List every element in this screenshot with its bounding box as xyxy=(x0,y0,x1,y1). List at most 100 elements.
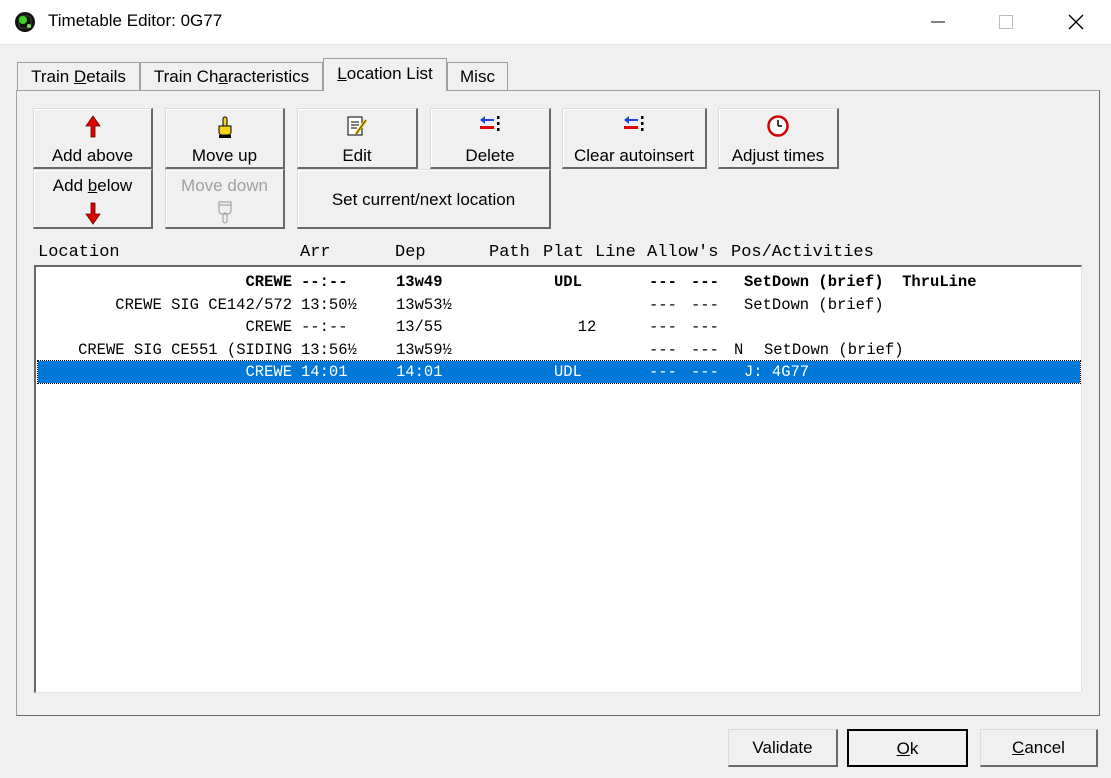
tab-label: racteristics xyxy=(227,67,310,86)
hand-pointing-up-icon xyxy=(218,116,231,138)
location-row[interactable]: CREWE SIG CE142/572 13:50½ 13w53½ --- --- Set… xyxy=(38,294,1080,316)
clock-icon xyxy=(767,115,789,137)
tab-train-details[interactable]: Train Details xyxy=(17,62,140,90)
allow2-cell: --- xyxy=(691,318,719,336)
delete-arrows-icon xyxy=(480,116,500,131)
minimize-button[interactable] xyxy=(912,0,964,44)
tab-label: Train Ch xyxy=(153,67,219,86)
move-up-label: Move up xyxy=(191,146,258,165)
ok-button[interactable]: Ok xyxy=(847,729,968,767)
add-above-button[interactable]: Add above xyxy=(33,108,153,169)
allow1-cell: --- xyxy=(649,318,677,336)
activities-cell: SetDown (brief) xyxy=(764,340,904,359)
tab-misc[interactable]: Misc xyxy=(447,62,508,90)
delete-button[interactable]: Delete xyxy=(430,108,551,169)
location-cell: CREWE xyxy=(245,273,292,291)
cancel-button[interactable]: Cancel xyxy=(980,729,1098,767)
allow1-cell: --- xyxy=(649,295,677,314)
tab-label-accelerator: D xyxy=(73,67,87,86)
edit-button[interactable]: Edit xyxy=(297,108,418,169)
railway-signal-icon xyxy=(15,12,35,32)
column-header: Arr xyxy=(300,243,331,262)
dep-cell: 14:01 xyxy=(396,363,443,381)
column-header: Allow's xyxy=(647,243,719,262)
arr-cell: 13:50½ xyxy=(301,295,357,314)
title-bar[interactable]: Timetable Editor: 0G77 xyxy=(0,0,1111,45)
location-cell: CREWE SIG CE142/572 xyxy=(115,295,292,314)
column-header: Dep xyxy=(395,243,426,262)
dep-cell: 13w53½ xyxy=(396,295,452,314)
column-header: Line xyxy=(595,243,636,262)
hand-pointing-down-icon xyxy=(218,201,231,224)
tab-train-characteristics[interactable]: Train Characteristics xyxy=(140,62,323,90)
arr-cell: --:-- xyxy=(301,273,348,291)
location-cell: CREWE xyxy=(245,318,292,336)
arr-cell: 14:01 xyxy=(301,363,348,381)
tab-label: ocation List xyxy=(346,64,433,83)
adjust-times-button[interactable]: Adjust times xyxy=(718,108,839,169)
set-current-next-location-label: Set current/next location xyxy=(331,190,516,209)
validate-button[interactable]: Validate xyxy=(728,729,838,767)
tab-label: Misc xyxy=(460,67,495,86)
add-below-button[interactable]: Add below xyxy=(33,169,153,229)
dep-cell: 13w49 xyxy=(396,273,443,291)
pos-cell: N xyxy=(734,340,744,359)
arr-cell: --:-- xyxy=(301,318,348,336)
column-header: Location xyxy=(38,243,120,262)
maximize-button[interactable] xyxy=(980,0,1032,44)
minimize-icon xyxy=(931,21,945,23)
move-up-button[interactable]: Move up xyxy=(165,108,285,169)
edit-label: Edit xyxy=(342,146,372,165)
allow2-cell: --- xyxy=(691,273,719,291)
location-row[interactable]: CREWE --:-- 13/55 12 --- --- xyxy=(38,316,1080,338)
close-icon xyxy=(1068,14,1084,30)
clear-autoinsert-icon xyxy=(624,116,644,131)
column-header: Plat xyxy=(543,243,584,262)
validate-label: Validate xyxy=(752,738,813,757)
move-down-button[interactable]: Move down xyxy=(165,169,285,229)
add-below-label: Add below xyxy=(52,176,133,195)
location-row[interactable]: CREWE 14:01 14:01 UDL --- --- J: 4G77 xyxy=(37,360,1081,384)
move-down-label: Move down xyxy=(181,176,268,195)
plat-cell: 12 xyxy=(577,318,597,336)
edit-document-icon xyxy=(347,116,368,136)
close-button[interactable] xyxy=(1050,0,1102,44)
allow2-cell: --- xyxy=(691,340,719,359)
activities-cell: SetDown (brief) ThruLine xyxy=(744,273,977,291)
window-title: Timetable Editor: 0G77 xyxy=(48,11,223,30)
line-cell: UDL xyxy=(554,273,582,291)
clear-autoinsert-button[interactable]: Clear autoinsert xyxy=(562,108,707,169)
location-list[interactable]: CREWE --:-- 13w49 UDL --- --- SetDown (brief) … xyxy=(34,265,1082,693)
column-header: Pos/Activities xyxy=(731,243,874,262)
location-cell: CREWE xyxy=(245,363,292,381)
allow1-cell: --- xyxy=(649,340,677,359)
maximize-icon xyxy=(999,15,1013,29)
tab-label-accelerator: a xyxy=(218,67,228,86)
arrow-up-icon xyxy=(84,115,101,138)
dep-cell: 13/55 xyxy=(396,318,443,336)
clear-autoinsert-label: Clear autoinsert xyxy=(573,146,694,165)
line-cell: UDL xyxy=(554,363,582,381)
location-row[interactable]: CREWE SIG CE551 (SIDING 13:56½ 13w59½ --- --… xyxy=(38,339,1080,361)
cancel-label: Cancel xyxy=(1012,738,1065,757)
activities-cell: J: 4G77 xyxy=(744,363,810,381)
activities-cell: SetDown (brief) xyxy=(744,295,884,314)
location-cell: CREWE SIG CE551 (SIDING xyxy=(78,340,292,359)
adjust-times-label: Adjust times xyxy=(731,146,825,165)
dep-cell: 13w59½ xyxy=(396,340,452,359)
add-above-label: Add above xyxy=(51,146,134,165)
column-header: Path xyxy=(489,243,530,262)
tab-label: etails xyxy=(86,67,126,86)
allow1-cell: --- xyxy=(649,273,677,291)
tab-location-list[interactable]: Location List xyxy=(323,58,447,91)
tab-label-accelerator: L xyxy=(337,64,347,83)
allow2-cell: --- xyxy=(691,295,719,314)
arr-cell: 13:56½ xyxy=(301,340,357,359)
set-current-next-location-button[interactable]: Set current/next location xyxy=(297,169,551,229)
allow2-cell: --- xyxy=(691,363,719,381)
tab-label: Train xyxy=(31,67,74,86)
arrow-down-icon xyxy=(84,202,101,225)
location-row[interactable]: CREWE --:-- 13w49 UDL --- --- SetDown (brief) … xyxy=(38,271,1080,293)
allow1-cell: --- xyxy=(649,363,677,381)
delete-label: Delete xyxy=(465,146,515,165)
